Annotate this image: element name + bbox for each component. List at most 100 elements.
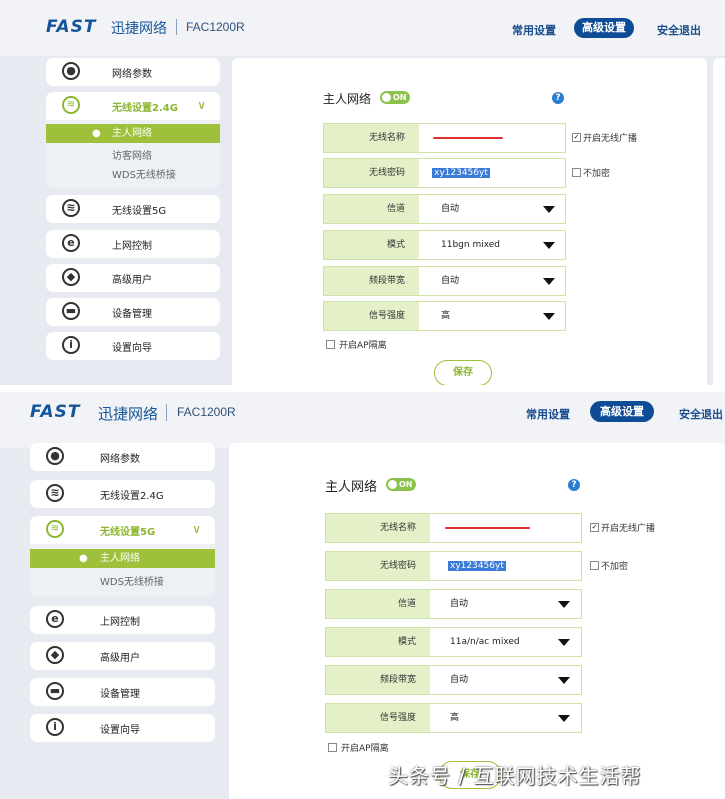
channel-row[interactable]: 信道 自动 [325, 589, 582, 619]
sidebar-item-wireless-24g[interactable]: ≋ 无线设置2.4G [30, 480, 215, 508]
toggle-label: ON [399, 480, 413, 489]
sidebar-subitem-main-network[interactable]: ● 主人网络 [30, 549, 215, 568]
sidebar-item-advanced-users[interactable]: ◆ 高级用户 [46, 264, 220, 292]
help-icon[interactable]: ? [552, 92, 564, 104]
channel-label: 信道 [326, 590, 430, 618]
ap-isolation-label: 开启AP隔离 [341, 744, 389, 754]
dropdown-arrow-icon [558, 677, 570, 684]
sidebar-group-wireless-5g: ≋ 无线设置5G ∨ ● 主人网络 WDS无线桥接 [30, 516, 215, 597]
logout-link[interactable]: 安全退出 [657, 22, 701, 38]
info-icon: i [46, 718, 64, 736]
sidebar-item-label: 网络参数 [100, 454, 140, 465]
ap-isolation-checkbox[interactable] [328, 743, 337, 752]
sidebar-item-setup-wizard[interactable]: i 设置向导 [30, 714, 215, 742]
ap-isolation-label: 开启AP隔离 [339, 341, 387, 351]
advanced-settings-button[interactable]: 高级设置 [590, 401, 654, 422]
sidebar-subitem-wds[interactable]: WDS无线桥接 [100, 573, 164, 588]
ssid-label: 无线名称 [326, 514, 430, 542]
channel-row[interactable]: 信道 自动 [323, 194, 566, 224]
signal-select-value: 高 [450, 713, 460, 723]
wifi-icon: ≋ [62, 96, 80, 114]
ap-isolation-checkbox[interactable] [326, 340, 335, 349]
dropdown-arrow-icon [543, 278, 555, 285]
ssid-input[interactable] [419, 124, 565, 152]
sidebar-item-device-mgmt[interactable]: ▬ 设备管理 [30, 678, 215, 706]
common-settings-link[interactable]: 常用设置 [526, 406, 570, 422]
logout-link[interactable]: 安全退出 [679, 406, 723, 422]
password-input[interactable]: xy123456yt [432, 159, 490, 187]
bandwidth-select-value: 自动 [441, 276, 460, 286]
info-icon: i [62, 336, 80, 354]
internet-explorer-icon: e [62, 234, 80, 252]
bullet-icon: ● [79, 553, 88, 564]
sidebar-item-internet-control[interactable]: e 上网控制 [46, 230, 220, 258]
password-label: 无线密码 [326, 552, 430, 580]
sidebar-item-advanced-users[interactable]: ◆ 高级用户 [30, 642, 215, 670]
sidebar-subitem-label: 主人网络 [112, 128, 152, 139]
network-toggle[interactable]: ON [386, 478, 416, 491]
password-label: 无线密码 [324, 159, 419, 187]
sidebar-item-label: 上网控制 [100, 617, 140, 628]
dropdown-arrow-icon [543, 242, 555, 249]
password-input[interactable]: xy123456yt [448, 552, 506, 580]
sidebar-subitem-main-network[interactable]: ● 主人网络 [46, 124, 220, 143]
redaction-mark [445, 527, 530, 529]
chevron-down-icon: ∨ [192, 522, 201, 536]
dropdown-arrow-icon [543, 206, 555, 213]
channel-select-value: 自动 [441, 204, 460, 214]
brand-name: 迅捷网络 [98, 405, 159, 423]
mode-label: 模式 [326, 628, 430, 656]
sidebar-item-internet-control[interactable]: e 上网控制 [30, 606, 215, 634]
sidebar-item-wireless-5g[interactable]: ≋ 无线设置5G ∨ [30, 516, 215, 544]
signal-label: 信号强度 [324, 302, 419, 330]
sidebar-subitem-wds[interactable]: WDS无线桥接 [112, 166, 176, 181]
mode-select-value: 11a/n/ac mixed [450, 637, 520, 647]
sidebar-item-wireless-24g[interactable]: ≋ 无线设置2.4G ∨ [46, 92, 220, 120]
model-name: FAC1200R [186, 20, 245, 34]
no-encrypt-label: 不加密 [601, 562, 629, 572]
sidebar-group-wireless-24g: ≋ 无线设置2.4G ∨ ● 主人网络 访客网络 WDS无线桥接 [46, 92, 220, 188]
common-settings-link[interactable]: 常用设置 [512, 22, 556, 38]
broadcast-checkbox[interactable]: ✓ [572, 133, 581, 142]
advanced-settings-button[interactable]: 高级设置 [574, 18, 634, 38]
signal-row[interactable]: 信号强度 高 [323, 301, 566, 331]
sidebar-item-wireless-5g[interactable]: ≋ 无线设置5G [46, 195, 220, 223]
model-name: FAC1200R [177, 405, 236, 419]
wifi-icon: ≋ [46, 520, 64, 538]
no-encrypt-checkbox[interactable] [572, 168, 581, 177]
sidebar-item-label: 高级用户 [112, 275, 152, 286]
chevron-down-icon: ∨ [197, 98, 206, 112]
broadcast-checkbox[interactable]: ✓ [590, 523, 599, 532]
mode-row[interactable]: 模式 11a/n/ac mixed [325, 627, 582, 657]
sidebar-item-setup-wizard[interactable]: i 设置向导 [46, 332, 220, 360]
bandwidth-row[interactable]: 频段带宽 自动 [323, 266, 566, 296]
ssid-input[interactable] [430, 514, 581, 542]
bandwidth-label: 频段带宽 [324, 267, 419, 295]
sidebar-item-label: 设置向导 [112, 343, 152, 354]
sidebar-item-network-params[interactable]: ● 网络参数 [30, 443, 215, 471]
sidebar-item-network-params[interactable]: ● 网络参数 [46, 58, 220, 86]
channel-label: 信道 [324, 195, 419, 223]
sidebar-item-label: 网络参数 [112, 69, 152, 80]
toggle-label: ON [393, 93, 407, 102]
signal-row[interactable]: 信号强度 高 [325, 703, 582, 733]
mode-label: 模式 [324, 231, 419, 259]
sidebar-subitem-guest-network[interactable]: 访客网络 [112, 147, 152, 162]
wifi-icon: ≋ [46, 484, 64, 502]
dropdown-arrow-icon [558, 639, 570, 646]
fast-logo: FAST [30, 402, 81, 422]
help-icon[interactable]: ? [568, 479, 580, 491]
mode-row[interactable]: 模式 11bgn mixed [323, 230, 566, 260]
sidebar-item-device-mgmt[interactable]: ▬ 设备管理 [46, 298, 220, 326]
broadcast-label: 开启无线广播 [583, 134, 638, 144]
top-bar: FAST 迅捷网络 FAC1200R 常用设置 高级设置 安全退出 [0, 392, 725, 448]
no-encrypt-checkbox[interactable] [590, 561, 599, 570]
router-admin-panel-24g: FAST 迅捷网络 FAC1200R 常用设置 高级设置 安全退出 ● 网络参数… [0, 0, 725, 385]
bandwidth-row[interactable]: 频段带宽 自动 [325, 665, 582, 695]
save-button[interactable]: 保存 [434, 360, 492, 385]
divider [176, 19, 177, 35]
network-toggle[interactable]: ON [380, 91, 410, 104]
brand-name: 迅捷网络 [111, 21, 167, 37]
password-value: xy123456yt [448, 561, 506, 571]
internet-explorer-icon: e [46, 610, 64, 628]
